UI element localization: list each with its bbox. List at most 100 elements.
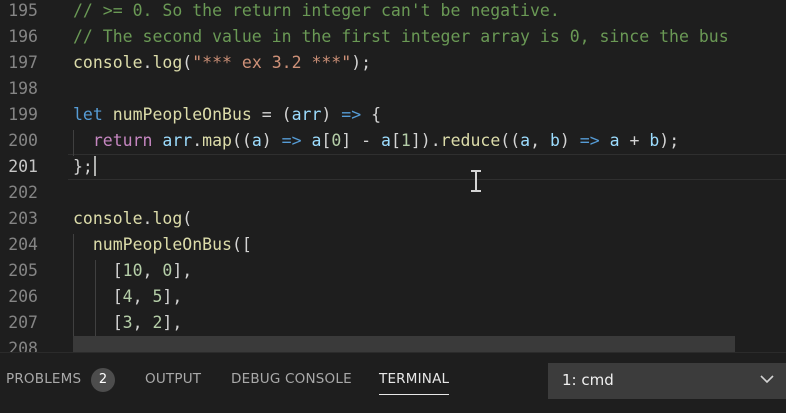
text-cursor-icon bbox=[471, 170, 481, 192]
line-number: 199 bbox=[8, 105, 38, 124]
line-number: 205 bbox=[8, 261, 38, 280]
code-token: console bbox=[73, 53, 143, 72]
code-text: }; bbox=[73, 154, 96, 180]
code-token: [ bbox=[390, 131, 401, 150]
code-text: console.log("*** ex 3.2 ***"); bbox=[73, 50, 371, 76]
code-editor[interactable]: 195 // >= 0. So the return integer can't … bbox=[0, 0, 786, 352]
code-token: 1 bbox=[400, 131, 411, 150]
code-token: , bbox=[530, 131, 550, 150]
code-token: // The second value in the first integer… bbox=[73, 27, 729, 46]
code-line[interactable]: 206 [4, 5], bbox=[0, 284, 786, 310]
code-token: let bbox=[73, 105, 103, 124]
code-token: ( bbox=[182, 53, 193, 72]
text-caret bbox=[93, 156, 96, 176]
code-line[interactable]: 201}; bbox=[0, 154, 786, 180]
line-number: 200 bbox=[8, 131, 38, 150]
line-number: 206 bbox=[8, 287, 38, 306]
code-line[interactable]: 197 console.log("*** ex 3.2 ***"); bbox=[0, 50, 786, 76]
code-line[interactable]: 203 console.log( bbox=[0, 206, 786, 232]
line-number: 197 bbox=[8, 53, 38, 72]
code-token: => bbox=[579, 131, 600, 150]
code-token: ], bbox=[162, 287, 183, 306]
code-line[interactable]: 199 let numPeopleOnBus = (arr) => { bbox=[0, 102, 786, 128]
panel-tab-bar: PROBLEMS 2 OUTPUT DEBUG CONSOLE TERMINAL… bbox=[0, 352, 786, 413]
code-token: ]). bbox=[410, 131, 441, 150]
code-token: , bbox=[132, 313, 153, 332]
code-token: ], bbox=[172, 261, 193, 280]
code-token: ); bbox=[351, 53, 372, 72]
code-token: numPeopleOnBus bbox=[92, 235, 232, 254]
code-token: a bbox=[381, 131, 391, 150]
indent-guide bbox=[73, 234, 74, 352]
code-token: a bbox=[609, 131, 620, 150]
line-number: 198 bbox=[8, 79, 38, 98]
code-token: . bbox=[192, 131, 203, 150]
code-token: // >= 0. So the return integer can't be … bbox=[73, 1, 560, 20]
code-token: ] - bbox=[341, 131, 382, 150]
code-token: . bbox=[142, 53, 153, 72]
tab-output[interactable]: OUTPUT bbox=[145, 371, 201, 387]
code-token: arr bbox=[291, 105, 322, 124]
code-token: b bbox=[649, 131, 660, 150]
line-number: 196 bbox=[8, 27, 38, 46]
code-token: }; bbox=[73, 157, 93, 176]
line-number: 204 bbox=[8, 235, 38, 254]
code-text: [3, 2], bbox=[73, 310, 183, 336]
code-token: 10 bbox=[122, 261, 143, 280]
code-token: [ bbox=[73, 261, 123, 280]
code-token: "*** ex 3.2 ***" bbox=[192, 53, 352, 72]
code-text: [4, 5], bbox=[73, 284, 183, 310]
code-token: return bbox=[92, 131, 153, 150]
code-text: console.log( bbox=[73, 206, 192, 232]
code-token: 0 bbox=[331, 131, 342, 150]
line-number: 203 bbox=[8, 209, 38, 228]
chevron-down-icon bbox=[760, 375, 774, 384]
code-token: 4 bbox=[122, 287, 133, 306]
code-token: , bbox=[132, 287, 153, 306]
tab-debug-console[interactable]: DEBUG CONSOLE bbox=[231, 371, 352, 387]
tab-problems[interactable]: PROBLEMS bbox=[6, 371, 81, 387]
code-text: // The second value in the first integer… bbox=[73, 24, 729, 50]
code-token: [ bbox=[73, 287, 123, 306]
line-number: 202 bbox=[8, 183, 38, 202]
line-number: 201 bbox=[8, 157, 38, 176]
code-line[interactable]: 195 // >= 0. So the return integer can't … bbox=[0, 0, 786, 24]
code-token: + bbox=[619, 131, 650, 150]
code-line[interactable]: 205 [10, 0], bbox=[0, 258, 786, 284]
code-token: { bbox=[361, 105, 382, 124]
code-text: // >= 0. So the return integer can't be … bbox=[73, 0, 560, 24]
code-token: map bbox=[202, 131, 232, 150]
code-token: ) bbox=[559, 131, 580, 150]
code-token: => bbox=[281, 131, 302, 150]
code-line[interactable]: 196 // The second value in the first inte… bbox=[0, 24, 786, 50]
horizontal-scrollbar[interactable] bbox=[73, 336, 735, 352]
code-token: ) bbox=[321, 105, 342, 124]
code-token: a bbox=[251, 131, 262, 150]
code-token: arr bbox=[162, 131, 193, 150]
code-line[interactable]: 200 return arr.map((a) => a[0] - a[1]).r… bbox=[0, 128, 786, 154]
indent-guide bbox=[73, 130, 74, 156]
code-token: a bbox=[520, 131, 531, 150]
problems-count-badge: 2 bbox=[91, 368, 115, 392]
terminal-select[interactable]: 1: cmd bbox=[548, 363, 786, 399]
code-line[interactable]: 207 [3, 2], bbox=[0, 310, 786, 336]
code-line[interactable]: 198 bbox=[0, 76, 786, 102]
code-token: 3 bbox=[122, 313, 133, 332]
code-token: [ bbox=[73, 313, 123, 332]
code-token: ); bbox=[659, 131, 680, 150]
code-token: , bbox=[142, 261, 163, 280]
tab-terminal[interactable]: TERMINAL bbox=[379, 371, 450, 395]
code-token: a bbox=[311, 131, 322, 150]
code-line[interactable]: 204 numPeopleOnBus([ bbox=[0, 232, 786, 258]
code-line[interactable]: 202 bbox=[0, 180, 786, 206]
code-token: 2 bbox=[152, 313, 163, 332]
code-token: => bbox=[341, 105, 362, 124]
code-token: 0 bbox=[162, 261, 173, 280]
code-token: console bbox=[73, 209, 143, 228]
line-number: 207 bbox=[8, 313, 38, 332]
